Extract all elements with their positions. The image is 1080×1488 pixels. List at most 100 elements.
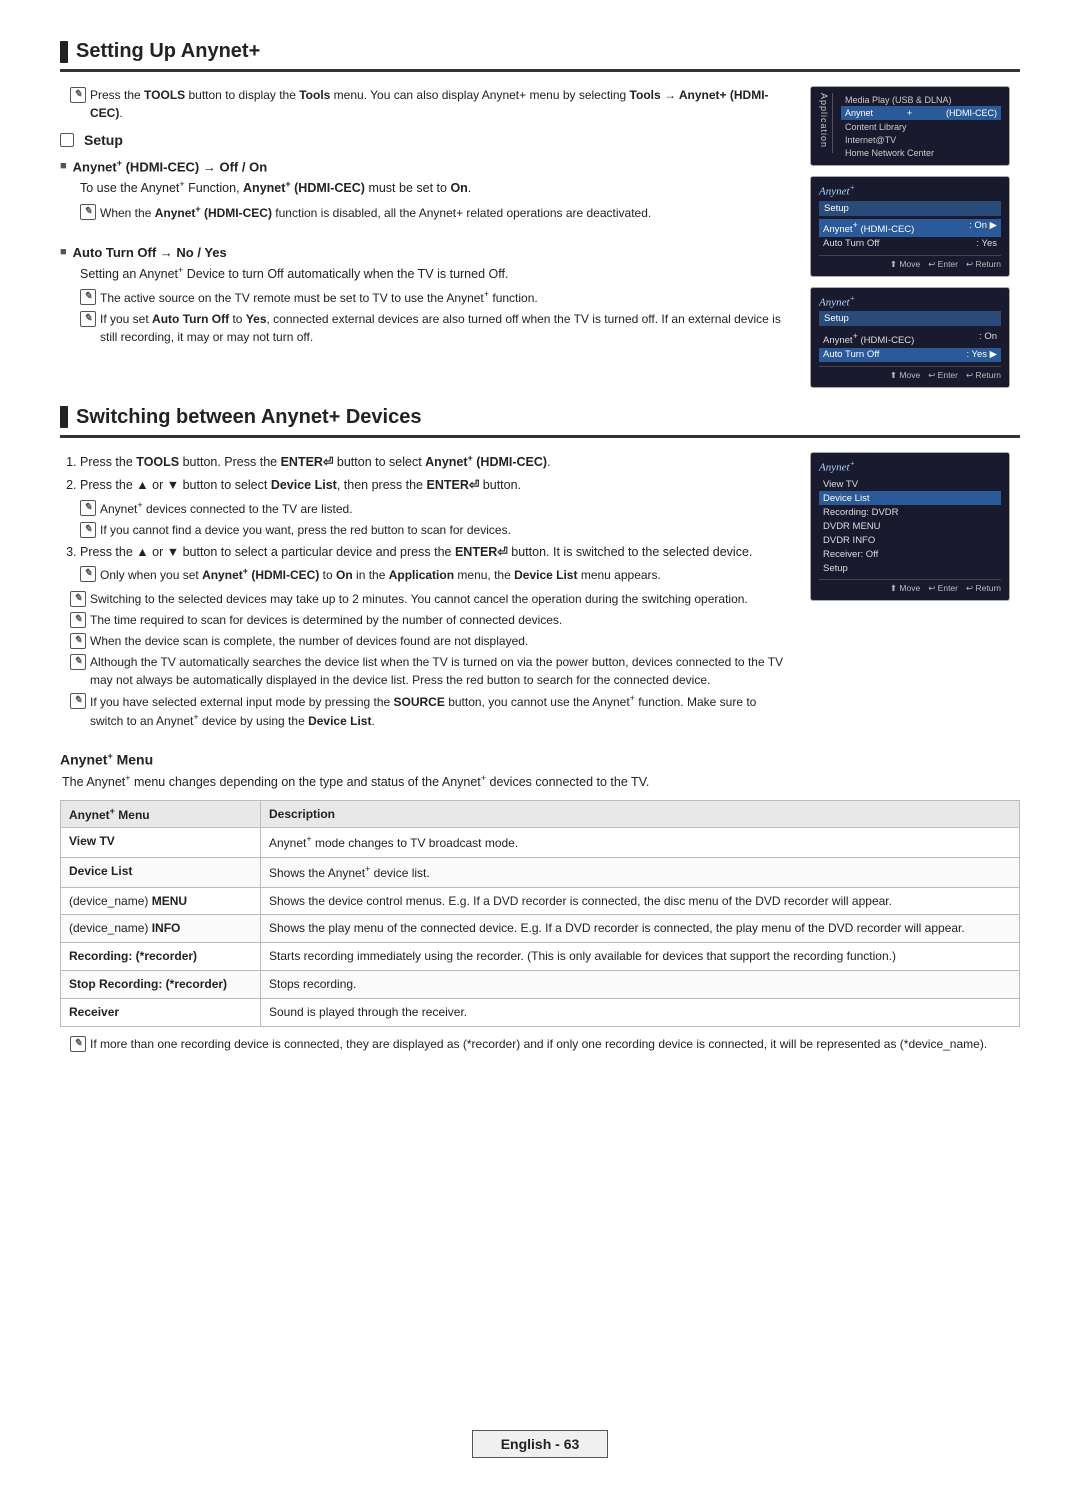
table-cell-desc-1: Anynet+ mode changes to TV broadcast mod… (261, 828, 1020, 858)
screen2-logo: Anynet+ (819, 183, 1001, 198)
note-icon-sw5: ✎ (70, 693, 86, 709)
note-icon-intro: ✎ (70, 87, 86, 103)
setup-heading-text: Setup (84, 132, 123, 148)
footer-text: English - 63 (501, 1436, 580, 1452)
note-icon-sw4: ✎ (70, 654, 86, 670)
screen1-side-label: Application (819, 93, 833, 153)
switching-note5-text: If you have selected external input mode… (90, 692, 792, 730)
note-icon-sw3: ✎ (70, 633, 86, 649)
note-icon-sw1: ✎ (70, 591, 86, 607)
table-cell-menu-5: Recording: (*recorder) (61, 943, 261, 971)
setup-intro-text: Press the TOOLS button to display the To… (90, 86, 792, 122)
screen1-row3: Content Library (841, 120, 1001, 133)
screen2-row2: Auto Turn Off: Yes (819, 237, 1001, 251)
sub2-note2: ✎ If you set Auto Turn Off to Yes, conne… (60, 310, 792, 346)
screen1-row4: Internet@TV (841, 133, 1001, 146)
switching-note1-text: Switching to the selected devices may ta… (90, 590, 748, 608)
screen2-header: Setup (819, 201, 1001, 216)
table-row: Device List Shows the Anynet+ device lis… (61, 857, 1020, 887)
sub2-note1-text: The active source on the TV remote must … (100, 288, 538, 307)
step3-note: ✎ Only when you set Anynet+ (HDMI-CEC) t… (80, 565, 792, 584)
table-cell-menu-7: Receiver (61, 998, 261, 1026)
anynet-table-footnote-text: If more than one recording device is con… (90, 1035, 987, 1053)
switching-note1: ✎ Switching to the selected devices may … (60, 590, 792, 608)
screen4-row7: Setup (819, 561, 1001, 575)
setup-main-content: ✎ Press the TOOLS button to display the … (60, 86, 792, 388)
screen1-row2: Anynet+ (HDMI-CEC) (841, 106, 1001, 120)
section-title-switching: Switching between Anynet+ Devices (60, 406, 1020, 438)
table-row: (device_name) MENU Shows the device cont… (61, 887, 1020, 915)
table-cell-menu-1: View TV (61, 828, 261, 858)
sub1-note: ✎ When the Anynet+ (HDMI-CEC) function i… (60, 203, 792, 222)
screen1-row1: Media Play (USB & DLNA) (841, 93, 1001, 106)
sub1-body: To use the Anynet+ Function, Anynet+ (HD… (60, 178, 792, 199)
screen4-row3: Recording: DVDR (819, 505, 1001, 519)
screen-application-menu: Application Media Play (USB & DLNA) Anyn… (810, 86, 1010, 166)
table-cell-desc-5: Starts recording immediately using the r… (261, 943, 1020, 971)
step2-note2: ✎ If you cannot find a device you want, … (80, 521, 792, 539)
step2-note1-text: Anynet+ devices connected to the TV are … (100, 499, 353, 518)
page-footer-box: English - 63 (472, 1430, 609, 1458)
switching-side-images: Anynet+ View TV Device List Recording: D… (810, 452, 1020, 733)
note-icon-sub2b: ✎ (80, 311, 96, 327)
table-cell-desc-3: Shows the device control menus. E.g. If … (261, 887, 1020, 915)
table-row: Stop Recording: (*recorder) Stops record… (61, 971, 1020, 999)
table-cell-menu-6: Stop Recording: (*recorder) (61, 971, 261, 999)
anynet-menu-desc: The Anynet+ menu changes depending on th… (60, 772, 1020, 793)
sub2-title: Auto Turn Off → No / Yes (60, 245, 792, 260)
note-icon-step2b: ✎ (80, 522, 96, 538)
screen4-footer: ⬆ Move↩ Enter↩ Return (819, 579, 1001, 594)
screen3-row2: Auto Turn Off: Yes ▶ (819, 348, 1001, 362)
sub2-note1: ✎ The active source on the TV remote mus… (60, 288, 792, 307)
step1: Press the TOOLS button. Press the ENTER⏎… (80, 452, 792, 473)
switching-main-content: Press the TOOLS button. Press the ENTER⏎… (60, 452, 792, 733)
screen-setup-2: Anynet+ Setup Anynet+ (HDMI-CEC): On Aut… (810, 287, 1010, 388)
table-cell-desc-2: Shows the Anynet+ device list. (261, 857, 1020, 887)
screen2-row1: Anynet+ (HDMI-CEC): On ▶ (819, 219, 1001, 237)
table-cell-menu-2: Device List (61, 857, 261, 887)
note-icon-sw2: ✎ (70, 612, 86, 628)
sub2-title-text: Auto Turn Off → No / Yes (73, 245, 227, 260)
setup-intro-note: ✎ Press the TOOLS button to display the … (60, 86, 792, 122)
sub2-note2-text: If you set Auto Turn Off to Yes, connect… (100, 310, 792, 346)
anynet-menu-heading: Anynet+ Menu (60, 751, 1020, 768)
screen-setup-1: Anynet+ Setup Anynet+ (HDMI-CEC): On ▶ A… (810, 176, 1010, 277)
screen4-row6: Receiver: Off (819, 547, 1001, 561)
page-footer: English - 63 (0, 1430, 1080, 1458)
note-icon-table-foot: ✎ (70, 1036, 86, 1052)
switching-note2-text: The time required to scan for devices is… (90, 611, 562, 629)
screen-device-list: Anynet+ View TV Device List Recording: D… (810, 452, 1010, 602)
sub1-note-text: When the Anynet+ (HDMI-CEC) function is … (100, 203, 651, 222)
switching-note3-text: When the device scan is complete, the nu… (90, 632, 528, 650)
screen3-header: Setup (819, 311, 1001, 326)
sub2-body: Setting an Anynet+ Device to turn Off au… (60, 264, 792, 285)
step2: Press the ▲ or ▼ button to select Device… (80, 476, 792, 538)
anynet-table-footnote: ✎ If more than one recording device is c… (60, 1035, 1020, 1053)
table-row: Receiver Sound is played through the rec… (61, 998, 1020, 1026)
switching-note4-text: Although the TV automatically searches t… (90, 653, 792, 689)
step3-note-text: Only when you set Anynet+ (HDMI-CEC) to … (100, 565, 661, 584)
step2-note1: ✎ Anynet+ devices connected to the TV ar… (80, 499, 792, 518)
sub1-title: Anynet+ (HDMI-CEC) → Off / On (60, 158, 792, 174)
checkbox-icon-setup (60, 133, 74, 147)
table-header-menu: Anynet+ Menu (61, 801, 261, 828)
switching-note3: ✎ When the device scan is complete, the … (60, 632, 792, 650)
switching-steps: Press the TOOLS button. Press the ENTER⏎… (60, 452, 792, 584)
table-cell-desc-6: Stops recording. (261, 971, 1020, 999)
note-icon-sub2a: ✎ (80, 289, 96, 305)
screen3-row1: Anynet+ (HDMI-CEC): On (819, 329, 1001, 347)
table-cell-desc-7: Sound is played through the receiver. (261, 998, 1020, 1026)
table-header-desc: Description (261, 801, 1020, 828)
section2-title-text: Switching between Anynet+ Devices (76, 406, 421, 429)
step2-note2-text: If you cannot find a device you want, pr… (100, 521, 511, 539)
table-cell-menu-4: (device_name) INFO (61, 915, 261, 943)
table-row: View TV Anynet+ mode changes to TV broad… (61, 828, 1020, 858)
setup-side-images: Application Media Play (USB & DLNA) Anyn… (810, 86, 1020, 388)
table-cell-desc-4: Shows the play menu of the connected dev… (261, 915, 1020, 943)
table-cell-menu-3: (device_name) MENU (61, 887, 261, 915)
step3: Press the ▲ or ▼ button to select a part… (80, 543, 792, 584)
switching-note2: ✎ The time required to scan for devices … (60, 611, 792, 629)
note-icon-step3: ✎ (80, 566, 96, 582)
screen4-row2: Device List (819, 491, 1001, 505)
screen4-row5: DVDR INFO (819, 533, 1001, 547)
